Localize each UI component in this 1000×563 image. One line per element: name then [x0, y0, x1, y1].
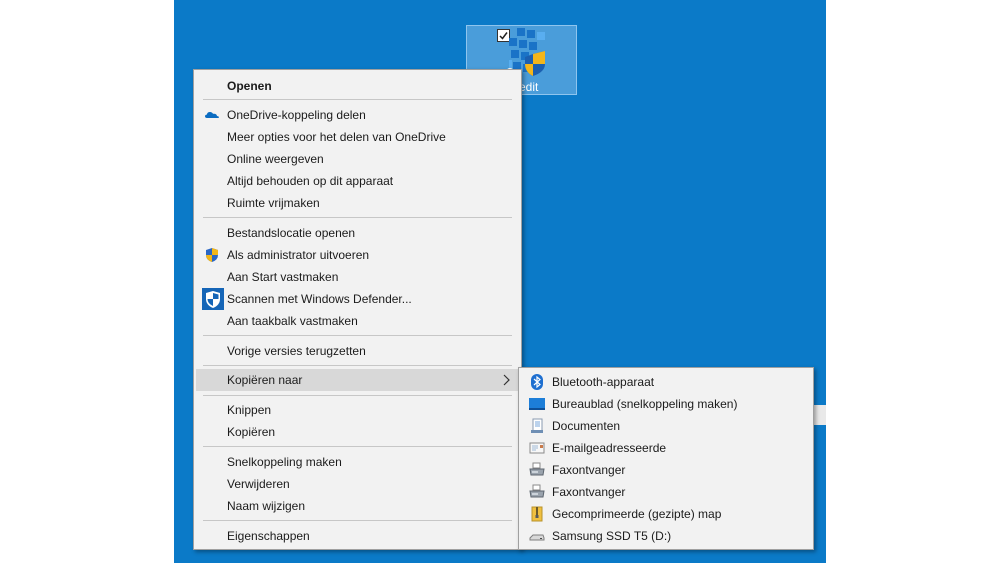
- menu-item-label: Meer opties voor het delen van OneDrive: [227, 130, 446, 144]
- menu-item-label: Als administrator uitvoeren: [227, 248, 370, 262]
- submenu-item-label: Gecomprimeerde (gezipte) map: [552, 507, 722, 521]
- menu-item-label: Ruimte vrijmaken: [227, 196, 320, 210]
- menu-item-delete[interactable]: Verwijderen: [196, 473, 519, 495]
- chevron-right-icon: [503, 374, 510, 386]
- onedrive-cloud-icon: [205, 112, 219, 118]
- menu-item-label: Naam wijzigen: [227, 499, 306, 513]
- menu-item-label: Online weergeven: [227, 152, 324, 166]
- menu-item-label: Vorige versies terugzetten: [227, 344, 366, 358]
- menu-item-copy[interactable]: Kopiëren: [196, 421, 519, 443]
- menu-item-cut[interactable]: Knippen: [196, 399, 519, 421]
- menu-item-send-to[interactable]: Kopiëren naar: [196, 369, 519, 391]
- submenu-item-label: Documenten: [552, 419, 621, 433]
- menu-item-restore-versions[interactable]: Vorige versies terugzetten: [196, 340, 519, 362]
- submenu-item-fax-1[interactable]: Faxontvanger: [521, 459, 811, 481]
- menu-item-onedrive-more[interactable]: Meer opties voor het delen van OneDrive: [196, 126, 519, 148]
- menu-separator: [203, 99, 512, 100]
- submenu-item-fax-2[interactable]: Faxontvanger: [521, 481, 811, 503]
- menu-item-label: OneDrive-koppeling delen: [227, 108, 366, 122]
- menu-item-view-online[interactable]: Online weergeven: [196, 148, 519, 170]
- submenu-item-zip[interactable]: Gecomprimeerde (gezipte) map: [521, 503, 811, 525]
- menu-separator: [203, 365, 512, 366]
- fax-icon: [529, 484, 545, 498]
- windows-defender-icon: [202, 288, 224, 310]
- menu-separator: [203, 520, 512, 521]
- menu-item-label: Verwijderen: [227, 477, 290, 491]
- menu-item-label: Eigenschappen: [227, 529, 310, 543]
- submenu-item-desktop[interactable]: Bureaublad (snelkoppeling maken): [521, 393, 811, 415]
- submenu-item-bluetooth[interactable]: Bluetooth-apparaat: [521, 371, 811, 393]
- drive-icon: [529, 534, 545, 541]
- desktop-icon: [529, 398, 545, 410]
- menu-item-free-space[interactable]: Ruimte vrijmaken: [196, 192, 519, 214]
- submenu-item-drive[interactable]: Samsung SSD T5 (D:): [521, 525, 811, 547]
- menu-separator: [203, 217, 512, 218]
- submenu-item-label: E-mailgeadresseerde: [552, 441, 667, 455]
- submenu-item-label: Faxontvanger: [552, 485, 626, 499]
- menu-item-label: Aan taakbalk vastmaken: [227, 314, 358, 328]
- menu-item-scan-defender[interactable]: Scannen met Windows Defender...: [196, 288, 519, 310]
- submenu-item-label: Bluetooth-apparaat: [552, 375, 655, 389]
- menu-item-rename[interactable]: Naam wijzigen: [196, 495, 519, 517]
- submenu-item-documents[interactable]: Documenten: [521, 415, 811, 437]
- menu-item-onedrive-share[interactable]: OneDrive-koppeling delen: [196, 104, 519, 126]
- menu-item-label: Altijd behouden op dit apparaat: [227, 174, 394, 188]
- fax-icon: [529, 462, 545, 476]
- submenu-item-mail[interactable]: E-mailgeadresseerde: [521, 437, 811, 459]
- menu-item-label: Snelkoppeling maken: [227, 455, 342, 469]
- context-menu: Openen OneDrive-koppeling delen Meer opt…: [193, 69, 522, 550]
- submenu-item-label: Samsung SSD T5 (D:): [552, 529, 672, 543]
- menu-item-keep-on-device[interactable]: Altijd behouden op dit apparaat: [196, 170, 519, 192]
- menu-separator: [203, 395, 512, 396]
- send-to-submenu: Bluetooth-apparaat Bureaublad (snelkoppe…: [518, 367, 814, 550]
- zip-folder-icon: [531, 506, 543, 522]
- menu-item-label: Kopiëren: [227, 425, 276, 439]
- menu-item-label: Knippen: [227, 403, 272, 417]
- submenu-item-label: Bureaublad (snelkoppeling maken): [552, 397, 738, 411]
- menu-item-label: Kopiëren naar: [227, 373, 303, 387]
- menu-item-create-shortcut[interactable]: Snelkoppeling maken: [196, 451, 519, 473]
- menu-item-label: Scannen met Windows Defender...: [227, 292, 412, 306]
- menu-item-pin-start[interactable]: Aan Start vastmaken: [196, 266, 519, 288]
- menu-item-label: Openen: [227, 79, 272, 93]
- menu-item-properties[interactable]: Eigenschappen: [196, 525, 519, 547]
- bluetooth-icon: [531, 374, 543, 390]
- submenu-item-label: Faxontvanger: [552, 463, 626, 477]
- menu-item-open[interactable]: Openen: [196, 75, 519, 97]
- menu-item-label: Bestandslocatie openen: [227, 226, 356, 240]
- documents-icon: [531, 418, 543, 433]
- menu-item-label: Aan Start vastmaken: [227, 270, 339, 284]
- desktop-window-edge: [813, 405, 826, 425]
- menu-separator: [203, 335, 512, 336]
- menu-item-open-location[interactable]: Bestandslocatie openen: [196, 222, 519, 244]
- uac-shield-icon: [206, 248, 218, 262]
- menu-separator: [203, 446, 512, 447]
- mail-envelope-icon: [529, 442, 545, 454]
- menu-item-run-as-admin[interactable]: Als administrator uitvoeren: [196, 244, 519, 266]
- menu-item-pin-taskbar[interactable]: Aan taakbalk vastmaken: [196, 310, 519, 332]
